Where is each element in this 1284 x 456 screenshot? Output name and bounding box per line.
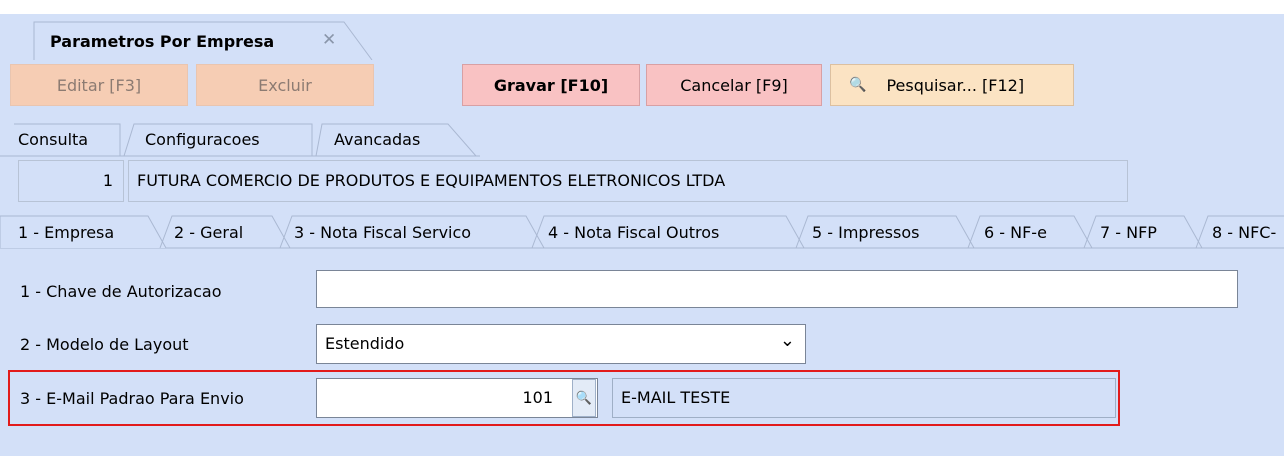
tab-impressos[interactable]: 5 - Impressos [812,223,919,242]
chevron-down-icon[interactable]: ⌄ [780,330,795,351]
tab-nfp[interactable]: 7 - NFP [1100,223,1157,242]
modelo-value: Estendido [325,334,405,353]
cancelar-button[interactable]: Cancelar [F9] [646,64,822,106]
tab-nota-fiscal-outros[interactable]: 4 - Nota Fiscal Outros [548,223,719,242]
pesquisar-label: Pesquisar... [F12] [886,75,1025,95]
tab-avancadas[interactable]: Avancadas [334,130,420,149]
editar-button[interactable]: Editar [F3] [10,64,188,106]
tab-nfc[interactable]: 8 - NFC- [1212,223,1276,242]
pesquisar-button[interactable]: 🔍 Pesquisar... [F12] [830,64,1074,106]
lookup-search-icon[interactable]: 🔍 [572,379,596,417]
excluir-button[interactable]: Excluir [196,64,374,106]
email-description: E-MAIL TESTE [612,378,1116,418]
company-code: 1 [18,160,124,202]
tab-configuracoes[interactable]: Configuracoes [145,130,260,149]
magnifier-icon: 🔍 [849,77,867,93]
company-name: FUTURA COMERCIO DE PRODUTOS E EQUIPAMENT… [128,160,1128,202]
gravar-button[interactable]: Gravar [F10] [462,64,640,106]
email-label: 3 - E-Mail Padrao Para Envio [20,389,244,408]
tab-nota-fiscal-servico[interactable]: 3 - Nota Fiscal Servico [294,223,471,242]
email-code-input[interactable]: 101 [316,378,598,418]
modelo-label: 2 - Modelo de Layout [20,335,189,354]
close-icon[interactable]: ✕ [322,30,336,50]
chave-label: 1 - Chave de Autorizacao [20,282,222,301]
tab-nf-e[interactable]: 6 - NF-e [984,223,1047,242]
tab-empresa[interactable]: 1 - Empresa [18,223,114,242]
modelo-select[interactable]: Estendido ⌄ [316,324,806,364]
tab-geral[interactable]: 2 - Geral [174,223,243,242]
chave-input[interactable] [316,270,1238,308]
tab-consulta[interactable]: Consulta [18,130,88,149]
doc-tab-parametros[interactable]: Parametros Por Empresa [50,32,274,51]
